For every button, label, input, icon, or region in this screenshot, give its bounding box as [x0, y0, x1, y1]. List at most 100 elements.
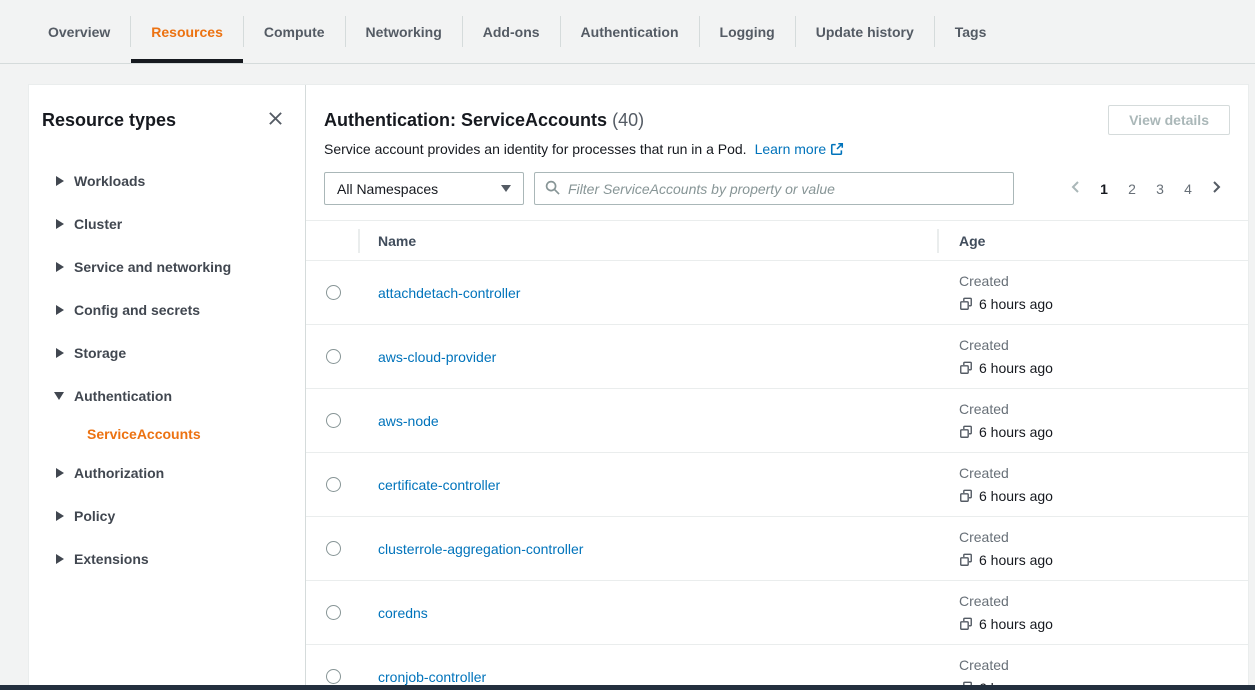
sidebar-item-config-and-secrets[interactable]: Config and secrets	[42, 288, 287, 331]
sidebar-item-label: Cluster	[74, 216, 122, 232]
chevron-left-icon	[1068, 179, 1084, 198]
copy-icon[interactable]	[959, 425, 973, 439]
sidebar-item-extensions[interactable]: Extensions	[42, 537, 287, 580]
copy-icon[interactable]	[959, 297, 973, 311]
sidebar-item-authentication[interactable]: Authentication	[42, 374, 287, 417]
search-icon	[545, 180, 560, 198]
table-header: Name Age	[306, 221, 1248, 261]
sidebar-item-policy[interactable]: Policy	[42, 494, 287, 537]
resource-type-tree: Workloads Cluster Service and networking…	[42, 159, 287, 580]
chevron-down-icon	[54, 392, 64, 400]
table-row: aws-cloud-provider Created 6 hours ago	[306, 325, 1248, 389]
tab-logging[interactable]: Logging	[700, 0, 795, 63]
sidebar-title: Resource types	[42, 110, 176, 131]
page-button-2[interactable]: 2	[1118, 175, 1146, 203]
serviceaccounts-table: Name Age attachdetach-controller Created…	[306, 220, 1248, 690]
age-value-text: 6 hours ago	[979, 422, 1053, 442]
page-title-text: Authentication: ServiceAccounts	[324, 110, 607, 130]
page-button-1[interactable]: 1	[1090, 175, 1118, 203]
row-radio-button[interactable]	[326, 349, 341, 364]
age-value-text: 6 hours ago	[979, 486, 1053, 506]
view-details-button[interactable]: View details	[1108, 105, 1230, 135]
resource-types-sidebar: Resource types Workloads Cluster Service…	[29, 85, 306, 690]
serviceaccount-link[interactable]: coredns	[378, 605, 428, 621]
sidebar-item-storage[interactable]: Storage	[42, 331, 287, 374]
tab-authentication[interactable]: Authentication	[561, 0, 699, 63]
page-button-4[interactable]: 4	[1174, 175, 1202, 203]
copy-icon[interactable]	[959, 617, 973, 631]
previous-page-button[interactable]	[1062, 175, 1090, 203]
row-radio-button[interactable]	[326, 605, 341, 620]
cluster-tab-bar: Overview Resources Compute Networking Ad…	[0, 0, 1255, 64]
tab-update-history[interactable]: Update history	[796, 0, 934, 63]
tab-overview[interactable]: Overview	[28, 0, 130, 63]
learn-more-link[interactable]: Learn more	[755, 141, 845, 157]
row-radio-button[interactable]	[326, 413, 341, 428]
tab-resources[interactable]: Resources	[131, 0, 243, 63]
bottom-edge-bar	[0, 685, 1255, 690]
chevron-right-icon	[56, 219, 64, 229]
row-radio-button[interactable]	[326, 477, 341, 492]
search-box	[534, 172, 1014, 205]
copy-icon[interactable]	[959, 489, 973, 503]
learn-more-label: Learn more	[755, 141, 827, 157]
table-row: coredns Created 6 hours ago	[306, 581, 1248, 645]
table-row: cronjob-controller Created 6 hours ago	[306, 645, 1248, 690]
copy-icon[interactable]	[959, 553, 973, 567]
tab-compute[interactable]: Compute	[244, 0, 345, 63]
row-radio-button[interactable]	[326, 541, 341, 556]
age-cell: Created 6 hours ago	[937, 271, 1248, 314]
chevron-right-icon	[56, 176, 64, 186]
age-value-text: 6 hours ago	[979, 358, 1053, 378]
sidebar-item-authorization[interactable]: Authorization	[42, 451, 287, 494]
namespace-dropdown[interactable]: All Namespaces	[324, 172, 524, 205]
tab-tags[interactable]: Tags	[935, 0, 1007, 63]
sidebar-item-label: Config and secrets	[74, 302, 200, 318]
age-created-label: Created	[959, 399, 1248, 419]
serviceaccount-link[interactable]: clusterrole-aggregation-controller	[378, 541, 583, 557]
tab-networking[interactable]: Networking	[346, 0, 462, 63]
sidebar-item-label: ServiceAccounts	[87, 426, 201, 442]
page-button-3[interactable]: 3	[1146, 175, 1174, 203]
chevron-right-icon	[56, 511, 64, 521]
search-input[interactable]	[568, 181, 1003, 197]
page-title: Authentication: ServiceAccounts (40)	[324, 105, 644, 135]
chevron-right-icon	[56, 262, 64, 272]
column-header-age: Age	[937, 221, 1248, 260]
serviceaccounts-main: Authentication: ServiceAccounts (40) Vie…	[306, 85, 1248, 690]
sidebar-item-label: Storage	[74, 345, 126, 361]
age-created-label: Created	[959, 655, 1248, 675]
sidebar-item-label: Workloads	[74, 173, 145, 189]
age-cell: Created 6 hours ago	[937, 335, 1248, 378]
sidebar-item-label: Extensions	[74, 551, 149, 567]
pagination: 1 2 3 4	[1062, 175, 1230, 203]
chevron-right-icon	[56, 348, 64, 358]
table-row: aws-node Created 6 hours ago	[306, 389, 1248, 453]
sidebar-item-serviceaccounts[interactable]: ServiceAccounts	[42, 417, 287, 451]
description-text: Service account provides an identity for…	[324, 141, 747, 157]
age-created-label: Created	[959, 591, 1248, 611]
serviceaccount-link[interactable]: aws-node	[378, 413, 439, 429]
sidebar-item-workloads[interactable]: Workloads	[42, 159, 287, 202]
sidebar-item-label: Authentication	[74, 388, 172, 404]
description: Service account provides an identity for…	[324, 141, 1230, 159]
serviceaccount-link[interactable]: attachdetach-controller	[378, 285, 520, 301]
row-radio-button[interactable]	[326, 669, 341, 684]
age-value-text: 6 hours ago	[979, 294, 1053, 314]
serviceaccount-link[interactable]: cronjob-controller	[378, 669, 486, 685]
sidebar-item-cluster[interactable]: Cluster	[42, 202, 287, 245]
age-created-label: Created	[959, 527, 1248, 547]
copy-icon[interactable]	[959, 361, 973, 375]
next-page-button[interactable]	[1202, 175, 1230, 203]
row-radio-button[interactable]	[326, 285, 341, 300]
sidebar-item-service-and-networking[interactable]: Service and networking	[42, 245, 287, 288]
sidebar-item-label: Policy	[74, 508, 115, 524]
caret-down-icon	[501, 185, 511, 192]
close-icon	[268, 111, 283, 129]
serviceaccount-link[interactable]: certificate-controller	[378, 477, 500, 493]
close-sidebar-button[interactable]	[264, 107, 287, 133]
serviceaccount-link[interactable]: aws-cloud-provider	[378, 349, 496, 365]
tab-add-ons[interactable]: Add-ons	[463, 0, 560, 63]
resource-count: (40)	[612, 110, 644, 130]
age-created-label: Created	[959, 463, 1248, 483]
